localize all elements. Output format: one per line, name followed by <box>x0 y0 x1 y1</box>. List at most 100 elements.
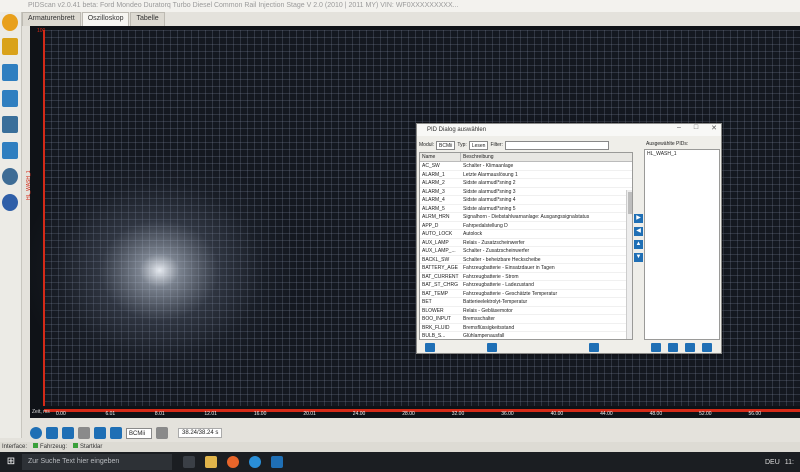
edge-icon[interactable] <box>249 456 261 468</box>
dialog-button-bar <box>417 340 721 354</box>
pid-row[interactable]: AUX_LAMP_... Schalter - Zusatzscheinwerfe… <box>420 247 632 256</box>
dialog-window-controls: – □ ✕ <box>677 124 717 132</box>
tab-oszilloskop[interactable]: Oszilloskop <box>81 12 130 26</box>
pid-description: Letzte Alarmauslösung 1 <box>463 171 518 178</box>
info-icon[interactable] <box>2 14 18 31</box>
filter-label: Filter: <box>490 142 503 148</box>
save-list-button[interactable] <box>685 343 695 352</box>
tab-tabelle[interactable]: Tabelle <box>130 12 165 26</box>
pid-name: BAT_TEMP <box>422 290 449 297</box>
pid-row[interactable]: AC_SW Schalter - Klimaanlage <box>420 162 632 171</box>
pid-row[interactable]: BULB_S... Glühlampenausfall <box>420 332 632 339</box>
pid-row[interactable]: AUX_LAMP Relais - Zusatzscheinwerfer <box>420 239 632 247</box>
pid-list-scrollbar[interactable] <box>626 190 632 339</box>
taskbar-search[interactable]: Zur Suche Text hier eingeben <box>22 454 172 470</box>
move-up-button[interactable]: ▲ <box>634 240 643 249</box>
pid-name: APP_D <box>422 222 439 229</box>
selected-pid-item[interactable]: HL_WASH_1 <box>647 150 719 158</box>
pid-description: Sidste alarmudl*sning 4 <box>463 197 516 203</box>
pid-description: Sidste alarmudl*sning 2 <box>463 180 516 186</box>
explorer-icon[interactable] <box>205 456 217 468</box>
open-button[interactable] <box>110 427 122 439</box>
col-name-header[interactable]: Name <box>420 153 461 161</box>
pid-description: Fahrpedalstellung D <box>463 222 508 229</box>
module-icon[interactable] <box>2 142 18 159</box>
col-desc-header[interactable]: Beschreibung <box>461 153 632 161</box>
pid-name: BET <box>422 299 432 305</box>
pid-description: Bremsschalter <box>463 316 495 322</box>
filter-input[interactable] <box>504 140 609 150</box>
pid-row[interactable]: BATTERY_AGE Fahrzeugbatterie - Einsatzdau… <box>420 264 632 273</box>
pid-row[interactable]: BAT_CURRENT Fahrzeugbatterie - Strom <box>420 273 632 281</box>
x-axis-area <box>30 406 800 418</box>
scroll-thumb[interactable] <box>628 192 632 214</box>
pid-row[interactable]: ALARM_1 Letzte Alarmauslösung 1 <box>420 171 632 179</box>
pidscan-window: PIDScan v2.0.41 beta: Ford Mondeo Durato… <box>0 0 800 472</box>
pid-row[interactable]: ALARM_2 Sidste alarmudl*sning 2 <box>420 179 632 188</box>
play-button[interactable] <box>30 427 42 439</box>
pid-name: AUX_LAMP_... <box>422 248 456 254</box>
pid-row[interactable]: ALARM_5 Sidste alarmudl*sning 5 <box>420 205 632 213</box>
task-view-icon[interactable] <box>183 456 195 468</box>
pid-name: ALARM_3 <box>422 188 445 195</box>
left-toolbar <box>0 12 22 438</box>
minimize-icon[interactable]: – <box>677 124 681 132</box>
pid-description: Sidste alarmudl*sning 3 <box>463 188 516 195</box>
open-list-button[interactable] <box>702 343 712 352</box>
tab-armaturenbrett[interactable]: Armaturenbrett <box>22 12 81 26</box>
pid-row[interactable]: BET Batterieelektrolyt-Temperatur <box>420 298 632 307</box>
clock[interactable]: 11: <box>785 459 794 466</box>
typ-select[interactable]: Lesen <box>468 140 489 150</box>
x-tick-label: 6.01 <box>105 411 116 417</box>
settings-icon[interactable] <box>425 343 435 352</box>
wrench-icon[interactable] <box>2 116 18 133</box>
pid-row[interactable]: ALRM_HRN Signalhorn - Diebstahlwarnanlage… <box>420 213 632 222</box>
pid-dialog: PID Dialog auswählen – □ ✕ Modul: BCMii … <box>416 123 722 354</box>
confirm-button[interactable] <box>487 343 497 352</box>
module-select[interactable]: BCMii <box>126 427 152 439</box>
pid-description: Batterieelektrolyt-Temperatur <box>463 299 528 305</box>
pid-row[interactable]: ALARM_3 Sidste alarmudl*sning 3 <box>420 188 632 196</box>
pid-row[interactable]: BAT_TEMP Fahrzeugbatterie - Geschätzte Te… <box>420 290 632 298</box>
pid-row[interactable]: AUTO_LOCK Autolock <box>420 230 632 239</box>
vehicle-brand-icon[interactable] <box>2 194 18 211</box>
warning-icon[interactable] <box>2 38 18 55</box>
modul-select[interactable]: BCMii <box>436 140 456 150</box>
pid-row[interactable]: APP_D Fahrpedalstellung D <box>420 222 632 230</box>
pid-name: BAT_CURRENT <box>422 273 459 280</box>
pid-description: Fahrzeugbatterie - Strom <box>463 273 519 280</box>
config-icon[interactable] <box>668 343 678 352</box>
maximize-icon[interactable]: □ <box>694 124 698 132</box>
zoom-icon[interactable] <box>156 427 168 439</box>
stop-button[interactable] <box>46 427 58 439</box>
pid-row[interactable]: BRK_FLUID Bremsflüssigkeitsstand <box>420 324 632 332</box>
pid-row[interactable]: BACKL_SW Schalter - beheizbare Heckscheib… <box>420 256 632 264</box>
y-axis-max: 100 <box>37 28 46 34</box>
pid-row[interactable]: BAT_ST_CHRG Fahrzeugbatterie - Ladezustan… <box>420 281 632 290</box>
gear-icon[interactable] <box>2 168 18 185</box>
language-indicator[interactable]: DEU <box>765 459 780 466</box>
pid-row[interactable]: ALARM_4 Sidste alarmudl*sning 4 <box>420 196 632 205</box>
x-tick-label: 0.00 <box>56 411 66 417</box>
pidscan-task-icon[interactable] <box>271 456 283 468</box>
move-down-button[interactable]: ▼ <box>634 253 643 262</box>
cancel-button[interactable] <box>589 343 599 352</box>
pid-description: Schalter - beheizbare Heckscheibe <box>463 256 541 263</box>
window-title: PIDScan v2.0.41 beta: Ford Mondeo Durato… <box>0 0 800 12</box>
add-one-button[interactable]: ▶ <box>634 214 643 223</box>
system-tray: DEU 11: <box>765 459 800 466</box>
save-button[interactable] <box>94 427 106 439</box>
list-icon[interactable] <box>651 343 661 352</box>
waveform-icon[interactable] <box>2 64 18 81</box>
pid-description: Schalter - Zusatzscheinwerfer <box>463 248 530 254</box>
close-icon[interactable]: ✕ <box>711 124 717 132</box>
x-tick-label: 12.01 <box>204 411 217 417</box>
remove-one-button[interactable]: ◀ <box>634 227 643 236</box>
windows-start-icon[interactable]: ⊞ <box>0 452 22 472</box>
settings-button[interactable] <box>62 427 74 439</box>
y-axis-trace <box>43 30 45 408</box>
firefox-icon[interactable] <box>227 456 239 468</box>
pid-row[interactable]: BOO_INPUT Bremsschalter <box>420 315 632 324</box>
chart-icon[interactable] <box>2 90 18 107</box>
pid-row[interactable]: BLOWER Relais - Gebläsemotor <box>420 307 632 315</box>
